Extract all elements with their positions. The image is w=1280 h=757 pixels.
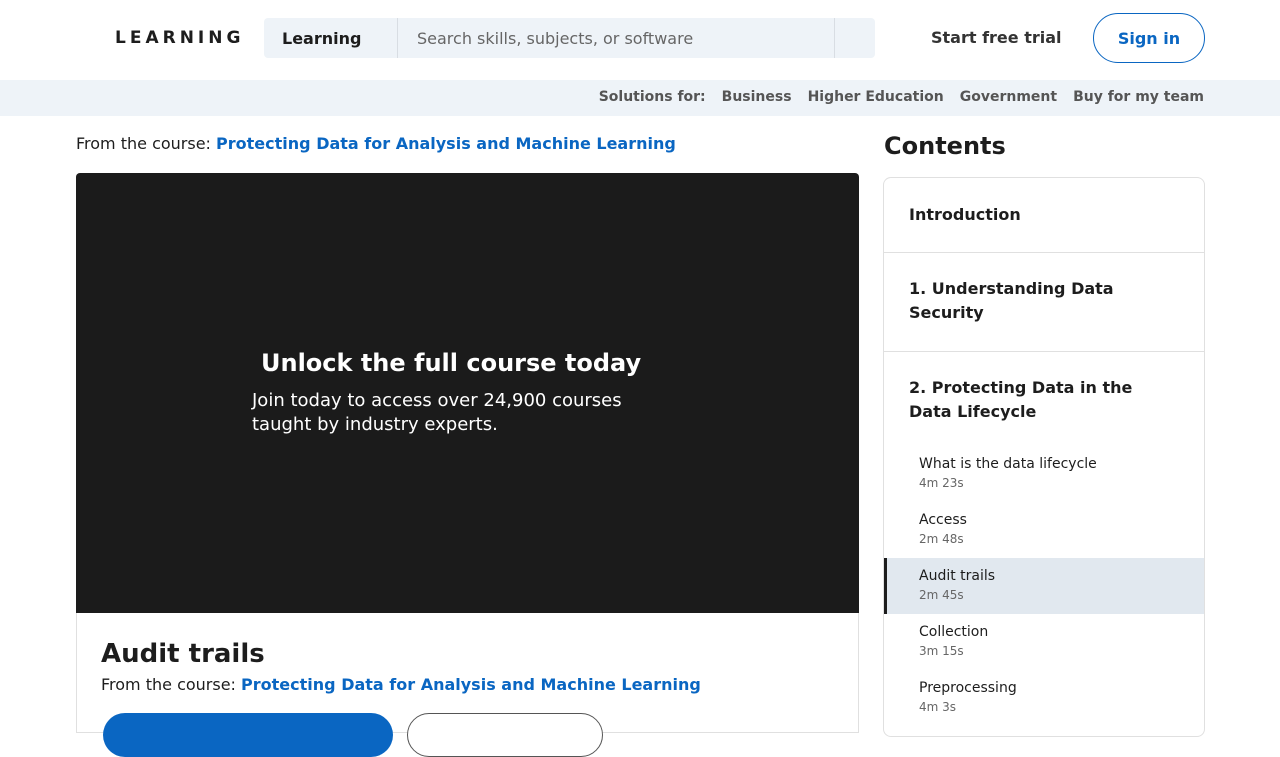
section-protecting-data: 2. Protecting Data in the Data Lifecycle…: [884, 352, 1204, 726]
sign-in-button[interactable]: Sign in: [1093, 13, 1205, 63]
search-input[interactable]: [398, 18, 835, 58]
unlock-title: Unlock the full course today: [261, 349, 642, 377]
unlock-subtitle: Join today to access over 24,900 courses…: [252, 390, 622, 435]
lesson-title: Audit trails: [101, 639, 265, 669]
lesson-item-duration: 2m 45s: [919, 588, 964, 602]
lesson-item-title: Access: [919, 512, 967, 528]
search-scope-dropdown[interactable]: Learning: [264, 18, 398, 58]
top-header: LEARNING Learning Start free trial Sign …: [0, 0, 1280, 80]
lesson-item-title: What is the data lifecycle: [919, 456, 1097, 472]
lesson-item-title: Audit trails: [919, 568, 996, 584]
course-link[interactable]: Protecting Data for Analysis and Machine…: [216, 134, 676, 153]
lesson-item-duration: 2m 48s: [919, 532, 964, 546]
subnav-item-business[interactable]: Business: [722, 89, 792, 105]
contents-heading: Contents: [884, 132, 1006, 160]
from-course-label: From the course:: [101, 675, 236, 694]
lesson-course-breadcrumb: From the course: Protecting Data for Ana…: [101, 675, 701, 694]
lesson-item[interactable]: Preprocessing 4m 3s: [884, 670, 1204, 726]
search-bar: Learning: [264, 18, 875, 58]
video-player[interactable]: Unlock the full course today Join today …: [76, 173, 859, 613]
from-course-label: From the course:: [76, 134, 211, 153]
lesson-item-duration: 4m 3s: [919, 700, 957, 714]
subnav-item-higher-education[interactable]: Higher Education: [808, 89, 944, 105]
lesson-item-title: Collection: [919, 624, 989, 640]
brand-logo[interactable]: LEARNING: [115, 28, 244, 48]
lesson-item-title: Preprocessing: [919, 680, 1017, 696]
lesson-item-duration: 3m 15s: [919, 644, 964, 658]
subnav-item-government[interactable]: Government: [960, 89, 1057, 105]
solutions-label: Solutions for:: [598, 89, 706, 105]
lesson-item-duration: 4m 23s: [919, 476, 964, 490]
lesson-item[interactable]: Access 2m 48s: [884, 502, 1204, 558]
subnav-item-buy-for-team[interactable]: Buy for my team: [1073, 89, 1204, 105]
lesson-item[interactable]: What is the data lifecycle 4m 23s: [884, 446, 1204, 502]
lesson-details: Audit trails From the course: Protecting…: [76, 613, 859, 757]
lesson-item[interactable]: Collection 3m 15s: [884, 614, 1204, 670]
section-introduction[interactable]: Introduction: [884, 178, 1204, 253]
course-link[interactable]: Protecting Data for Analysis and Machine…: [241, 675, 701, 694]
search-button[interactable]: [835, 18, 875, 58]
solutions-subnav: Solutions for: Business Higher Education…: [0, 80, 1280, 116]
lesson-list: What is the data lifecycle 4m 23s Access…: [884, 446, 1204, 726]
lesson-item-active[interactable]: Audit trails 2m 45s: [884, 558, 1204, 614]
section-protecting-data-heading[interactable]: 2. Protecting Data in the Data Lifecycle: [909, 376, 1180, 424]
course-breadcrumb: From the course: Protecting Data for Ana…: [76, 134, 676, 153]
start-free-trial-link[interactable]: Start free trial: [931, 28, 1062, 47]
course-contents: Introduction 1. Understanding Data Secur…: [883, 177, 1205, 737]
section-understanding-data-security[interactable]: 1. Understanding Data Security: [884, 253, 1204, 352]
